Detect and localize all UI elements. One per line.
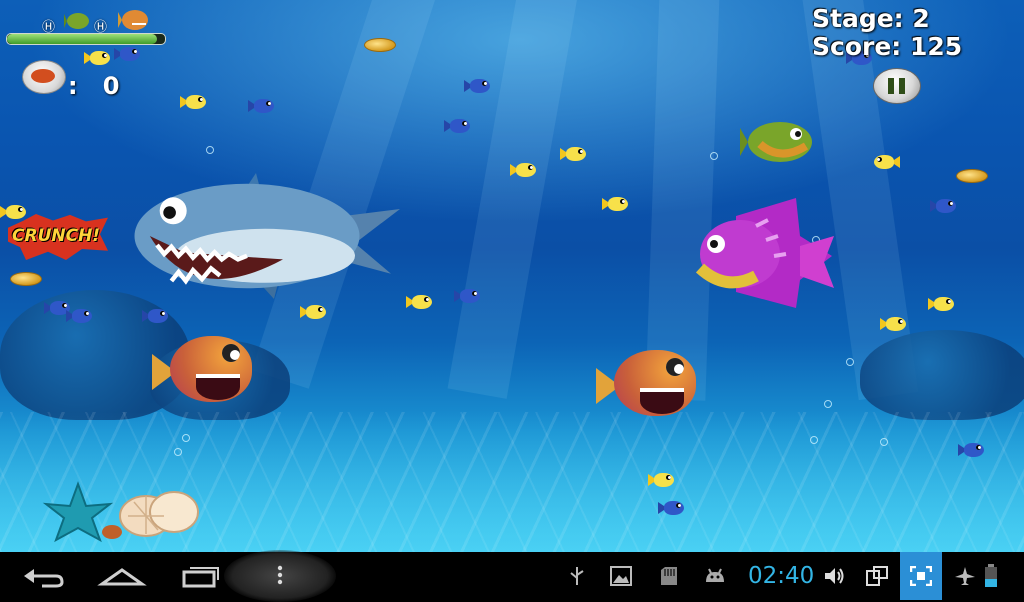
home-icon (97, 568, 147, 586)
bubble (174, 448, 182, 456)
sd-card-icon (661, 567, 677, 585)
gold-coin[interactable] (10, 272, 42, 286)
piranha-fish (596, 340, 704, 430)
green-fish-goal-icon (64, 13, 89, 29)
crunch-counter: : 0 (68, 72, 120, 100)
pause-icon (899, 78, 905, 94)
pause-button[interactable] (873, 68, 921, 104)
crunch-counter-icon (22, 60, 66, 94)
small-blue-fish (958, 440, 988, 460)
small-blue-fish (66, 306, 96, 326)
home-button[interactable] (92, 558, 152, 594)
bubble (206, 146, 214, 154)
usb-icon (570, 567, 584, 585)
bubble (182, 434, 190, 442)
crunch-popup-text: CRUNCH! (12, 226, 101, 246)
menu-icon (277, 565, 283, 585)
shark-player[interactable] (130, 170, 400, 320)
recent-apps-icon (182, 567, 219, 588)
piranha-fish (152, 326, 260, 416)
small-blue-fish (464, 76, 494, 96)
green-fish (740, 122, 812, 162)
growth-progress-fill (7, 34, 158, 44)
small-yellow-fish (870, 152, 900, 172)
airplane-icon (955, 567, 975, 585)
small-yellow-fish (510, 160, 540, 180)
bubble (880, 438, 888, 446)
fullscreen-icon (910, 566, 932, 586)
small-yellow-fish (602, 194, 632, 214)
gold-coin[interactable] (364, 38, 396, 52)
small-yellow-fish (560, 144, 590, 164)
growth-progress-bar (6, 33, 166, 45)
small-yellow-fish (406, 292, 436, 312)
stage-label: Stage: 2 (812, 4, 930, 33)
small-blue-fish (444, 116, 474, 136)
starfish-and-shells (42, 481, 199, 543)
light-ray (447, 0, 580, 399)
bubble (810, 436, 818, 444)
android-debug-icon (706, 568, 724, 582)
score-label: Score: 125 (812, 32, 963, 61)
small-blue-fish (248, 96, 278, 116)
status-clock: 02:40 (748, 563, 815, 589)
small-yellow-fish (648, 470, 678, 490)
purple-fish (696, 198, 834, 308)
coral-reef-right (860, 330, 1024, 420)
bubble (846, 358, 854, 366)
recent-apps-button[interactable] (170, 558, 230, 594)
small-yellow-fish (928, 294, 958, 314)
menu-button[interactable] (224, 550, 336, 602)
back-button[interactable] (12, 558, 72, 594)
gallery-icon (610, 566, 632, 586)
pause-icon (888, 78, 894, 94)
volume-icon[interactable] (824, 566, 846, 586)
bubble (710, 152, 718, 160)
bubble (824, 400, 832, 408)
screen-rotate-icon[interactable] (866, 566, 888, 586)
small-yellow-fish (880, 314, 910, 334)
system-navigation-bar: 02:40 (0, 550, 1024, 602)
crunch-popup: CRUNCH! (8, 214, 108, 260)
battery-icon (985, 564, 997, 587)
small-blue-fish (658, 498, 688, 518)
small-blue-fish (930, 196, 960, 216)
piranha-goal-icon (118, 10, 148, 30)
gold-coin[interactable] (956, 169, 988, 183)
fullscreen-button[interactable] (900, 552, 942, 600)
small-blue-fish (454, 286, 484, 306)
growth-hud: Ⓗ Ⓗ : 0 (0, 0, 200, 100)
back-icon (24, 569, 64, 588)
